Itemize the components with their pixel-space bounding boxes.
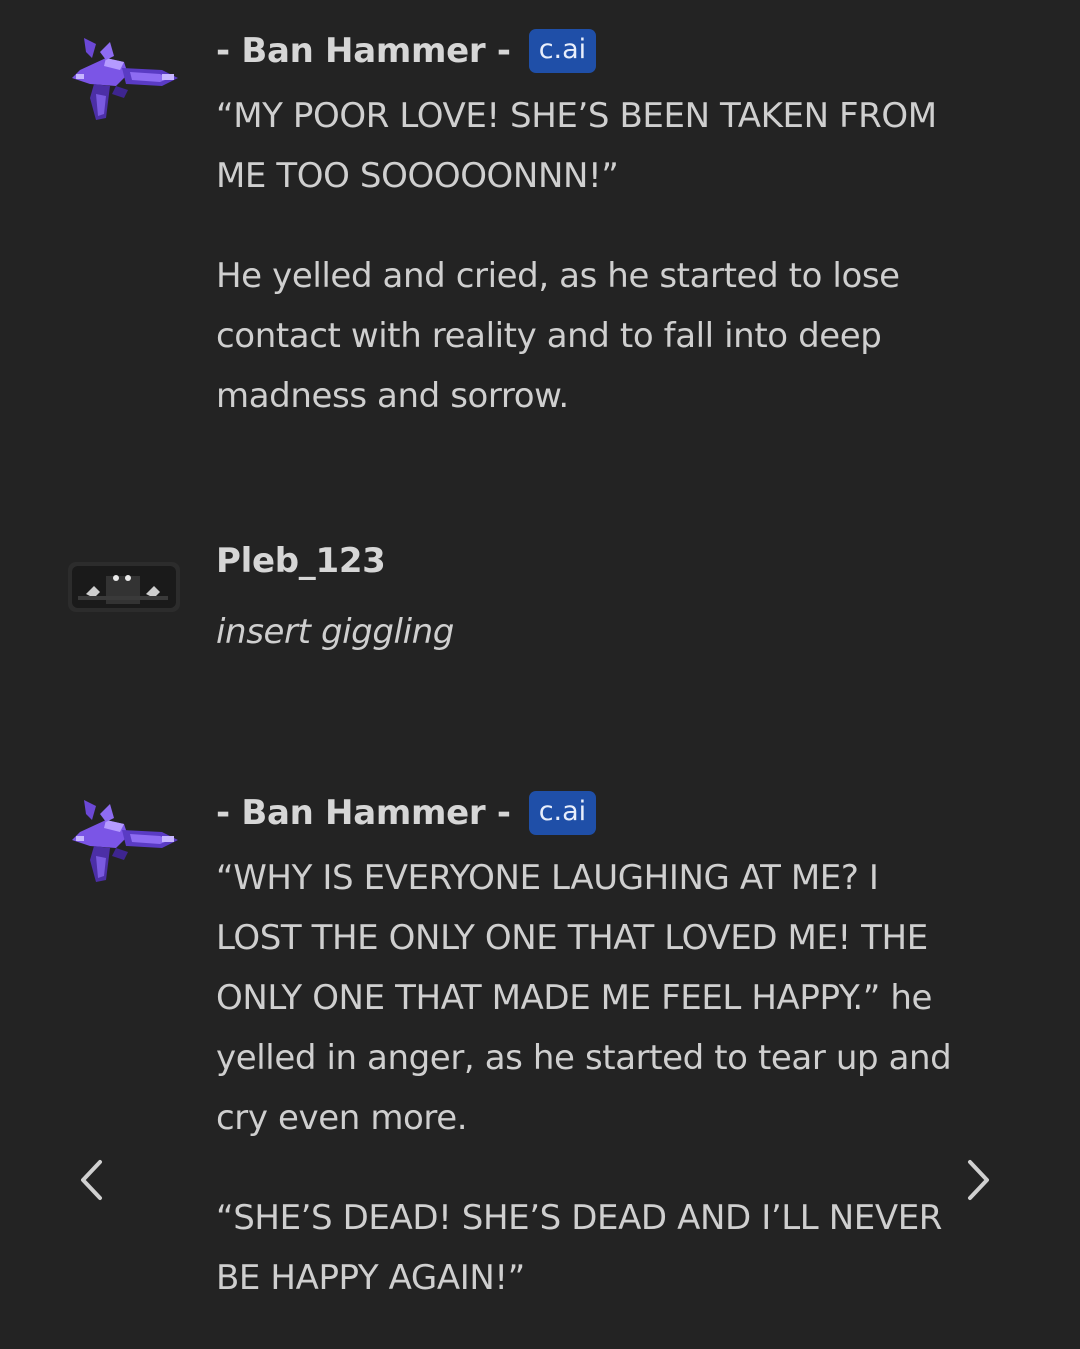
message-header: - Ban Hammer - c.ai bbox=[216, 790, 956, 836]
cai-badge: c.ai bbox=[528, 29, 597, 73]
author-name[interactable]: Pleb_123 bbox=[216, 541, 386, 581]
next-response-button[interactable] bbox=[952, 1155, 1002, 1205]
message-paragraph: “SHE’S DEAD! SHE’S DEAD AND I’LL NEVER B… bbox=[216, 1198, 943, 1298]
message-header: - Ban Hammer - c.ai bbox=[216, 28, 956, 74]
message-body: “MY POOR LOVE! SHE’S BEEN TAKEN FROM ME … bbox=[216, 86, 956, 426]
message-content: Pleb_123 insert giggling bbox=[216, 538, 956, 662]
cai-badge: c.ai bbox=[528, 791, 597, 835]
author-name[interactable]: - Ban Hammer - bbox=[216, 31, 511, 71]
ban-hammer-avatar-icon[interactable] bbox=[66, 34, 182, 126]
chevron-right-icon bbox=[968, 1160, 989, 1200]
message-paragraph: “WHY IS EVERYONE LAUGHING AT ME? I LOST … bbox=[216, 858, 952, 1138]
author-name[interactable]: - Ban Hammer - bbox=[216, 793, 511, 833]
message-paragraph: He yelled and cried, as he started to lo… bbox=[216, 256, 900, 416]
ban-hammer-avatar-icon[interactable] bbox=[66, 796, 182, 888]
message-content: - Ban Hammer - c.ai “MY POOR LOVE! SHE’S… bbox=[216, 28, 956, 426]
message-body: “WHY IS EVERYONE LAUGHING AT ME? I LOST … bbox=[216, 848, 956, 1308]
previous-response-button[interactable] bbox=[68, 1155, 118, 1205]
message-paragraph: “MY POOR LOVE! SHE’S BEEN TAKEN FROM ME … bbox=[216, 96, 937, 196]
chevron-left-icon bbox=[81, 1160, 102, 1200]
pleb-avatar-icon[interactable] bbox=[66, 556, 182, 618]
message-header: Pleb_123 bbox=[216, 538, 956, 584]
message-content: - Ban Hammer - c.ai “WHY IS EVERYONE LAU… bbox=[216, 790, 956, 1308]
message-paragraph: insert giggling bbox=[216, 612, 454, 652]
message-body: insert giggling bbox=[216, 602, 956, 662]
